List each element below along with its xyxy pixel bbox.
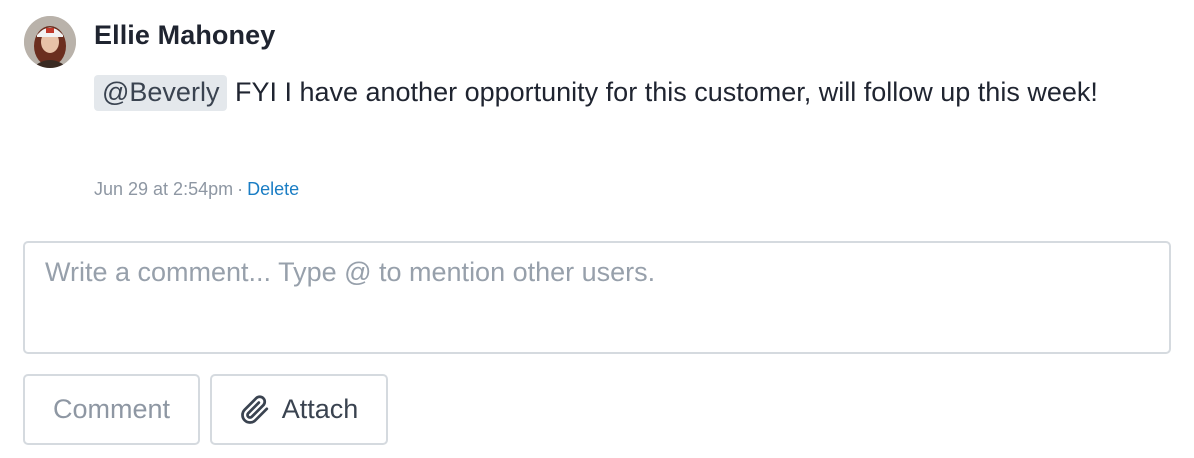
attach-button[interactable]: Attach — [210, 374, 388, 445]
comment-meta: Jun 29 at 2:54pm · Delete — [94, 179, 299, 200]
comment-input-box — [23, 241, 1171, 354]
comment-timestamp: Jun 29 at 2:54pm — [94, 179, 234, 199]
attach-button-label: Attach — [281, 394, 359, 424]
delete-link[interactable]: Delete — [247, 179, 299, 199]
comment-button-label: Comment — [52, 394, 171, 424]
meta-separator: · — [237, 179, 244, 199]
comment-text: FYI I have another opportunity for this … — [227, 77, 1098, 107]
mention-tag[interactable]: @Beverly — [94, 75, 228, 111]
user-avatar-photo-icon — [24, 16, 76, 68]
comment-input[interactable] — [25, 243, 1169, 352]
comment-button[interactable]: Comment — [23, 374, 200, 445]
comment-body: @Beverly FYI I have another opportunity … — [94, 72, 1164, 112]
comment-author: Ellie Mahoney — [94, 20, 276, 50]
avatar[interactable] — [24, 16, 76, 68]
paperclip-icon — [240, 394, 270, 425]
